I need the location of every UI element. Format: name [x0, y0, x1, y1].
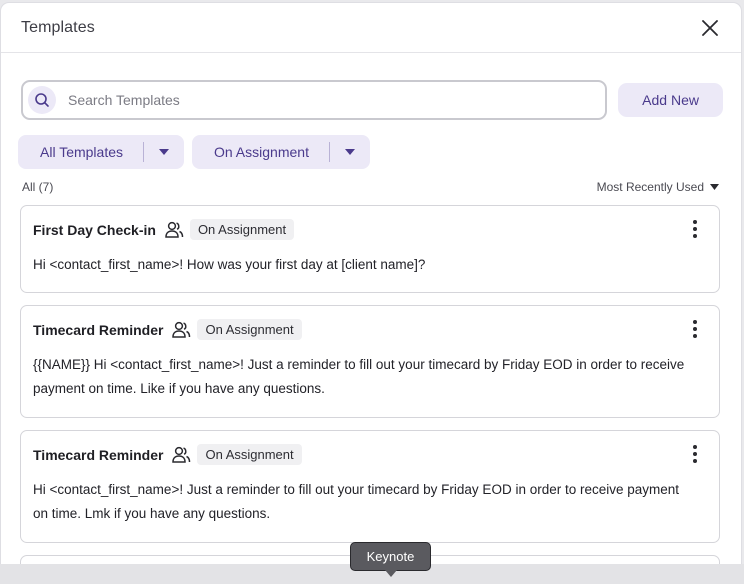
template-title: Timecard Reminder	[33, 446, 164, 463]
template-card[interactable]: Timecard Reminder On Assignment Hi <cont…	[20, 430, 720, 543]
caret-down-icon[interactable]	[144, 148, 184, 156]
template-card[interactable]: Timecard Reminder On Assignment {{NAME}}…	[20, 305, 720, 418]
template-body: Hi <contact_first_name>! How was your fi…	[33, 257, 426, 272]
people-icon	[171, 321, 191, 339]
modal-title: Templates	[21, 18, 95, 36]
sort-dropdown[interactable]: Most Recently Used	[597, 180, 719, 194]
search-box[interactable]	[21, 80, 608, 120]
template-count: All (7)	[22, 180, 54, 194]
card-header: Timecard Reminder On Assignment	[33, 319, 302, 340]
status-badge: On Assignment	[197, 444, 302, 465]
close-button[interactable]	[699, 17, 721, 39]
add-new-button[interactable]: Add New	[618, 83, 723, 117]
filter-all-templates[interactable]: All Templates	[18, 135, 185, 169]
filter-label: All Templates	[40, 144, 124, 160]
filter-label: On Assignment	[214, 144, 309, 160]
template-body: {{NAME}} Hi <contact_first_name>! Just a…	[33, 357, 685, 396]
card-header: First Day Check-in On Assignment	[33, 219, 295, 240]
filter-on-assignment[interactable]: On Assignment	[192, 135, 370, 169]
keynote-tooltip: Keynote	[350, 542, 431, 577]
sort-label: Most Recently Used	[596, 180, 704, 194]
template-card[interactable]: First Day Check-in On Assignment Hi <con…	[20, 205, 720, 293]
status-badge: On Assignment	[189, 219, 295, 240]
template-title: First Day Check-in	[33, 221, 156, 238]
search-input[interactable]	[68, 92, 568, 108]
close-icon	[702, 19, 718, 36]
kebab-menu-icon[interactable]	[692, 320, 698, 338]
template-title: Timecard Reminder	[33, 321, 164, 338]
kebab-menu-icon[interactable]	[692, 445, 698, 463]
card-header: Timecard Reminder On Assignment	[33, 444, 302, 465]
kebab-menu-icon[interactable]	[692, 220, 698, 238]
search-row: Add New	[21, 80, 723, 120]
status-badge: On Assignment	[197, 319, 302, 340]
template-body: Hi <contact_first_name>! Just a reminder…	[33, 482, 680, 521]
caret-down-icon[interactable]	[330, 148, 370, 156]
filter-row: All Templates On Assignment	[18, 135, 378, 169]
sort-caret-icon	[710, 184, 719, 190]
modal-header: Templates	[1, 3, 741, 53]
search-icon	[28, 86, 56, 114]
list-meta-row: All (7) Most Recently Used	[22, 180, 719, 194]
people-icon	[171, 446, 191, 464]
people-icon	[164, 221, 184, 239]
